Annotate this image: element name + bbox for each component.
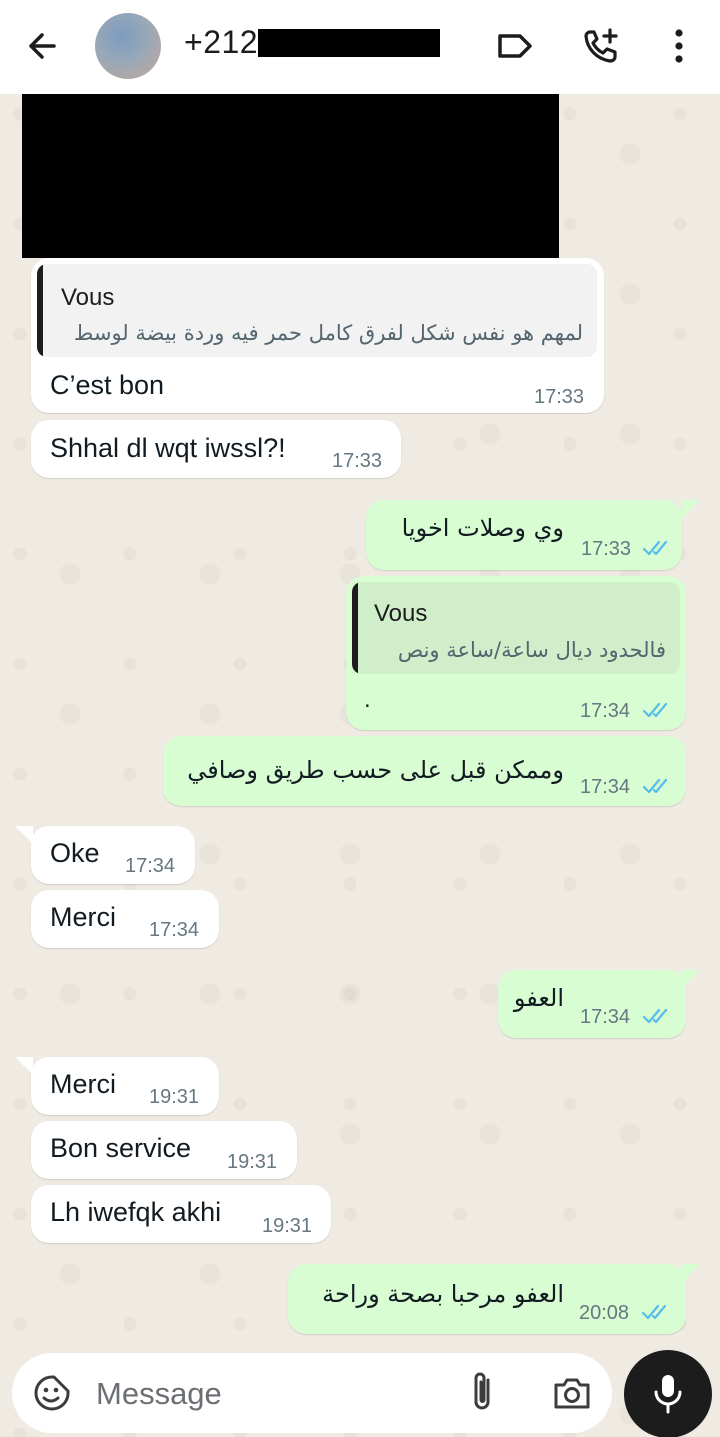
quote-text: لمهم هو نفس شكل لفرق كامل حمر فيه وردة ب… [73, 321, 583, 345]
message-bubble-out[interactable]: وممكن قبل على حسب طريق وصافي 17:34 [163, 736, 686, 806]
message-bubble-out[interactable]: Vous فالحدود ديال ساعة/ساعة ونص . 17:34 [346, 576, 686, 730]
message-bubble-in[interactable]: Vous لمهم هو نفس شكل لفرق كامل حمر فيه و… [31, 258, 604, 413]
message-bubble-in[interactable]: Merci 17:34 [31, 890, 219, 948]
quote-author: Vous [61, 284, 115, 311]
message-bubble-out[interactable]: العفو 17:34 [498, 970, 686, 1038]
read-ticks-icon [642, 778, 668, 794]
message-text: Merci [50, 1069, 116, 1099]
quote-bar [352, 582, 358, 674]
message-time: 17:34 [149, 919, 200, 941]
bubble-tail [682, 500, 700, 518]
message-text: Oke [50, 838, 100, 868]
message-text: العفو [513, 984, 564, 1012]
add-call-icon[interactable] [580, 24, 624, 68]
avatar[interactable] [95, 13, 161, 79]
read-ticks-icon [641, 1304, 667, 1320]
arrow-left-icon[interactable] [22, 26, 66, 66]
message-bubble-in[interactable]: Bon service 19:31 [31, 1121, 297, 1179]
message-text: وي وصلات اخويا [401, 514, 564, 542]
message-text: Shhal dl wqt iwssl?! [50, 433, 286, 463]
message-time: 17:34 [580, 700, 631, 722]
message-bubble-in[interactable]: Oke 17:34 [31, 826, 195, 884]
camera-icon[interactable] [552, 1375, 592, 1411]
message-input[interactable]: Message [96, 1376, 222, 1412]
message-time: 19:31 [149, 1086, 200, 1108]
message-text: Lh iwefqk akhi [50, 1197, 222, 1227]
quoted-message[interactable]: Vous لمهم هو نفس شكل لفرق كامل حمر فيه و… [37, 264, 597, 357]
sticker-icon[interactable] [32, 1373, 72, 1413]
redacted-block [258, 29, 440, 57]
message-time: 17:33 [332, 450, 383, 472]
read-ticks-icon [642, 1008, 668, 1024]
quote-text: فالحدود ديال ساعة/ساعة ونص [397, 638, 666, 662]
message-bubble-out[interactable]: العفو مرحبا بصحة وراحة 20:08 [288, 1264, 686, 1334]
message-time: 19:31 [227, 1151, 278, 1173]
message-text: Merci [50, 902, 116, 932]
bubble-tail [682, 1264, 700, 1282]
bubble-tail [682, 970, 700, 988]
message-bubble-out[interactable]: وي وصلات اخويا 17:33 [366, 500, 682, 570]
message-text: العفو مرحبا بصحة وراحة [322, 1280, 564, 1308]
message-bubble-in[interactable]: Shhal dl wqt iwssl?! 17:33 [31, 420, 401, 478]
contact-name[interactable]: +212 [184, 24, 258, 61]
message-time: 17:33 [534, 386, 585, 408]
chat-header: +212 [0, 0, 720, 94]
microphone-icon [654, 1375, 682, 1414]
read-ticks-icon [642, 702, 668, 718]
message-time: 17:33 [581, 538, 632, 560]
redacted-media [22, 94, 559, 258]
message-time: 20:08 [579, 1302, 630, 1324]
message-bubble-in[interactable]: Lh iwefqk akhi 19:31 [31, 1185, 331, 1243]
message-time: 17:34 [580, 1006, 631, 1028]
message-text: Bon service [50, 1133, 192, 1163]
quoted-message[interactable]: Vous فالحدود ديال ساعة/ساعة ونص [352, 582, 680, 674]
message-time: 17:34 [125, 855, 176, 877]
bubble-tail [15, 1057, 33, 1075]
message-text: C’est bon [50, 370, 165, 400]
read-ticks-icon [642, 540, 668, 556]
paperclip-icon[interactable] [466, 1370, 500, 1416]
more-vertical-icon[interactable] [657, 24, 701, 68]
message-time: 17:34 [580, 776, 631, 798]
message-time: 19:31 [262, 1215, 313, 1237]
message-text: . [364, 686, 371, 713]
quote-bar [37, 264, 43, 357]
message-text: وممكن قبل على حسب طريق وصافي [187, 756, 564, 784]
label-icon[interactable] [492, 24, 536, 68]
microphone-button[interactable] [624, 1350, 712, 1437]
quote-author: Vous [374, 600, 428, 627]
message-bubble-in[interactable]: Merci 19:31 [31, 1057, 219, 1115]
bubble-tail [15, 826, 33, 844]
